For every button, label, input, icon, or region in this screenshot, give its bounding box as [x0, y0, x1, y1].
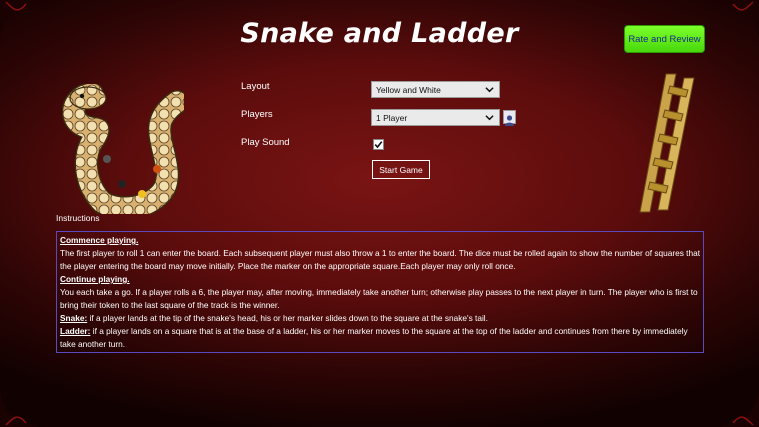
players-select[interactable]: 1 Player	[371, 109, 500, 126]
chevron-down-icon	[485, 115, 494, 121]
layout-label: Layout	[241, 81, 270, 92]
players-label: Players	[241, 109, 273, 120]
corner-ornament	[719, 0, 759, 40]
layout-select-value: Yellow and White	[376, 84, 441, 95]
play-sound-checkbox[interactable]	[373, 139, 384, 150]
rate-and-review-button[interactable]: Rate and Review	[624, 25, 705, 53]
ladder-rule-text: if a player lands on a square that is at…	[60, 326, 688, 349]
snake-rule-title: Snake:	[60, 313, 88, 323]
ladder-rule: Ladder: if a player lands on a square th…	[60, 325, 700, 351]
snake-rule-text: if a player lands at the tip of the snak…	[87, 313, 488, 323]
corner-ornament	[719, 387, 759, 427]
instructions-panel[interactable]: Commence playing. The first player to ro…	[56, 231, 704, 353]
ladder-image	[639, 73, 695, 213]
avatar-icon	[505, 115, 514, 126]
corner-ornament	[0, 387, 40, 427]
checkmark-icon	[374, 141, 383, 149]
start-game-button[interactable]: Start Game	[372, 160, 430, 179]
corner-ornament	[0, 0, 40, 40]
continue-text: You each take a go. If a player rolls a …	[60, 287, 698, 310]
players-select-value: 1 Player	[376, 112, 408, 123]
player-avatar-button[interactable]	[503, 110, 516, 126]
commence-heading: Commence playing.	[60, 235, 139, 245]
chevron-down-icon	[485, 87, 494, 93]
layout-select[interactable]: Yellow and White	[371, 81, 500, 98]
snake-rule: Snake: if a player lands at the tip of t…	[60, 312, 700, 325]
ladder-rule-title: Ladder:	[60, 326, 91, 336]
instructions-heading: Instructions	[56, 213, 100, 223]
play-sound-label: Play Sound	[241, 137, 290, 148]
snake-image	[62, 84, 184, 214]
continue-heading: Continue playing.	[60, 274, 130, 284]
commence-text: The first player to roll 1 can enter the…	[60, 248, 700, 271]
